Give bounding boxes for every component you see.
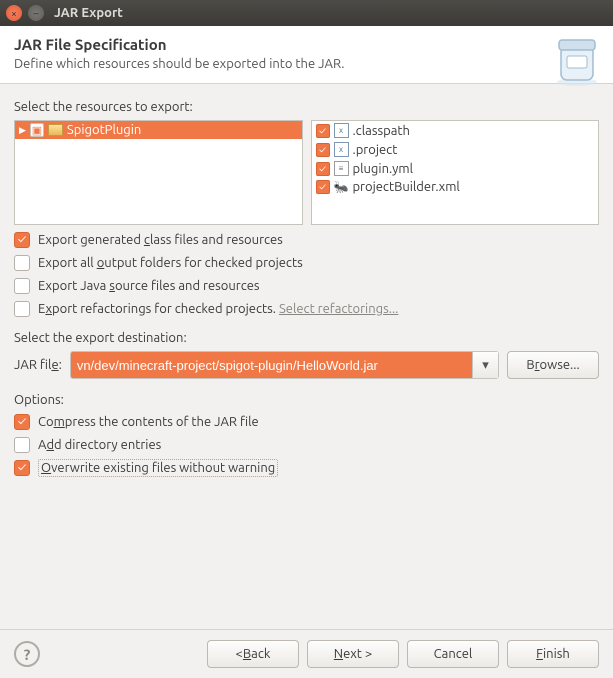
expand-icon[interactable]: ▶	[19, 125, 26, 136]
file-row[interactable]: ≡ plugin.yml	[312, 159, 599, 178]
file-icon: x	[334, 142, 349, 157]
option-label: Export Java source files and resources	[38, 279, 260, 293]
cancel-button[interactable]: Cancel	[407, 640, 499, 668]
jar-option[interactable]: Add directory entries	[14, 437, 599, 453]
wizard-footer: ? < Back Next > Cancel Finish	[0, 629, 613, 678]
close-icon[interactable]: ×	[6, 5, 22, 21]
back-button[interactable]: < Back	[207, 640, 299, 668]
jar-option[interactable]: Overwrite existing files without warning	[14, 460, 599, 476]
ant-icon: 🐜	[334, 180, 349, 194]
file-icon: ≡	[334, 161, 349, 176]
finish-button[interactable]: Finish	[507, 640, 599, 668]
browse-button[interactable]: Browse...	[507, 351, 599, 379]
option-label: Export refactorings for checked projects…	[38, 302, 398, 316]
help-icon[interactable]: ?	[14, 641, 40, 667]
project-name: SpigotPlugin	[67, 123, 141, 137]
option-checkbox[interactable]	[14, 301, 30, 317]
project-checkbox[interactable]: ▣	[30, 123, 44, 137]
page-title: JAR File Specification	[14, 36, 599, 53]
jar-icon	[547, 32, 603, 88]
option-checkbox[interactable]	[14, 437, 30, 453]
jar-option[interactable]: Compress the contents of the JAR file	[14, 414, 599, 430]
folder-icon	[48, 124, 63, 136]
option-checkbox[interactable]	[14, 278, 30, 294]
file-checkbox[interactable]	[316, 162, 330, 176]
file-name: .classpath	[353, 124, 410, 138]
wizard-header: JAR File Specification Define which reso…	[0, 26, 613, 84]
page-subtitle: Define which resources should be exporte…	[14, 57, 599, 71]
tree-project-row[interactable]: ▶ ▣ SpigotPlugin	[15, 121, 302, 139]
option-checkbox[interactable]	[14, 414, 30, 430]
option-label: Export all output folders for checked pr…	[38, 256, 303, 270]
file-checkbox[interactable]	[316, 143, 330, 157]
resources-label: Select the resources to export:	[14, 100, 599, 114]
file-checkbox[interactable]	[316, 180, 330, 194]
file-icon: x	[334, 123, 349, 138]
destination-label: Select the export destination:	[14, 331, 599, 345]
option-label: Add directory entries	[38, 438, 161, 452]
option-label: Compress the contents of the JAR file	[38, 415, 259, 429]
option-checkbox[interactable]	[14, 255, 30, 271]
refactorings-link[interactable]: Select refactorings...	[279, 302, 398, 316]
export-option[interactable]: Export generated class files and resourc…	[14, 232, 599, 248]
option-checkbox[interactable]	[14, 232, 30, 248]
export-option[interactable]: Export Java source files and resources	[14, 278, 599, 294]
window-title: JAR Export	[54, 6, 123, 20]
file-row[interactable]: 🐜projectBuilder.xml	[312, 178, 599, 196]
chevron-down-icon[interactable]: ▾	[472, 352, 498, 378]
file-checkbox[interactable]	[316, 124, 330, 138]
file-name: projectBuilder.xml	[352, 180, 459, 194]
jar-path-combo[interactable]: ▾	[70, 351, 499, 379]
option-label: Export generated class files and resourc…	[38, 233, 283, 247]
jar-path-input[interactable]	[71, 352, 472, 378]
minimize-icon[interactable]: –	[28, 5, 44, 21]
option-label: Overwrite existing files without warning	[38, 461, 278, 475]
titlebar: × – JAR Export	[0, 0, 613, 26]
export-option[interactable]: Export refactorings for checked projects…	[14, 301, 599, 317]
options-label: Options:	[14, 393, 599, 407]
option-checkbox[interactable]	[14, 460, 30, 476]
file-row[interactable]: x .project	[312, 140, 599, 159]
next-button[interactable]: Next >	[307, 640, 399, 668]
file-list[interactable]: x .classpath x .project ≡ plugin.yml 🐜projectB…	[311, 120, 600, 225]
project-tree[interactable]: ▶ ▣ SpigotPlugin	[14, 120, 303, 225]
file-name: plugin.yml	[353, 162, 414, 176]
file-row[interactable]: x .classpath	[312, 121, 599, 140]
export-option[interactable]: Export all output folders for checked pr…	[14, 255, 599, 271]
file-name: .project	[353, 143, 398, 157]
jar-file-label: JAR file:	[14, 358, 62, 372]
